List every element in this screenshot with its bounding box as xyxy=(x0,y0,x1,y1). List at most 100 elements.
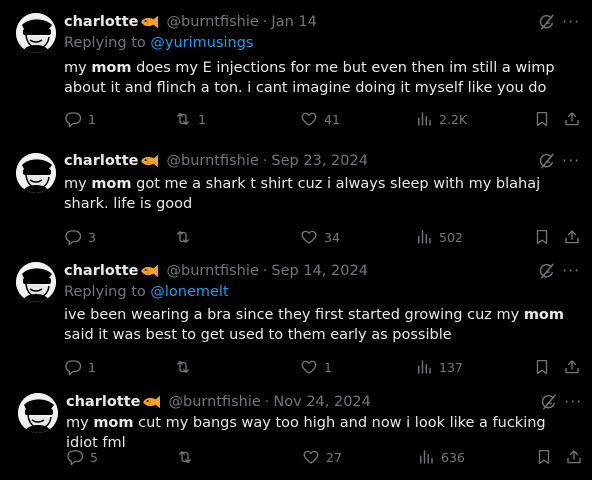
share-icon xyxy=(563,110,581,128)
grok-icon[interactable] xyxy=(540,393,558,411)
tweet-text-bold: mom xyxy=(91,176,132,192)
user-handle[interactable]: @burntfishie xyxy=(166,153,258,169)
replying-to: Replying to @yurimusings xyxy=(64,35,253,51)
share-button[interactable] xyxy=(565,447,589,467)
grok-icon[interactable] xyxy=(538,152,556,170)
reply-button[interactable]: 3 xyxy=(64,227,96,247)
tweet-text-part: ive been wearing a bra since they first … xyxy=(64,307,524,323)
views-count: 502 xyxy=(439,229,463,245)
more-icon[interactable]: ··· xyxy=(562,12,579,32)
avatar[interactable] xyxy=(18,393,58,433)
repost-icon xyxy=(174,228,192,246)
tweet-text: ive been wearing a bra since they first … xyxy=(64,305,576,345)
tweet-header: charlotte @burntfishie · Sep 23, 2024 xyxy=(64,151,368,171)
bookmark-button[interactable] xyxy=(533,227,557,247)
like-button[interactable]: 34 xyxy=(300,227,340,247)
bookmark-button[interactable] xyxy=(535,447,559,467)
repost-button[interactable] xyxy=(174,357,198,377)
views-button[interactable]: 137 xyxy=(415,357,463,377)
tweet[interactable]: charlotte @burntfishie · Sep 23, 2024 ··… xyxy=(0,151,592,251)
heart-icon xyxy=(302,448,320,466)
replying-to-label: Replying to xyxy=(64,35,146,51)
repost-button[interactable] xyxy=(174,227,198,247)
avatar[interactable] xyxy=(16,262,56,302)
avatar[interactable] xyxy=(16,153,56,193)
bookmark-icon xyxy=(533,358,551,376)
tweet-text-part: my xyxy=(66,415,94,431)
display-name[interactable]: charlotte xyxy=(64,14,138,30)
separator-dot: · xyxy=(262,263,268,279)
tweet-text: my mom does my E injections for me but e… xyxy=(64,58,576,98)
reply-button[interactable]: 5 xyxy=(66,447,98,467)
like-count: 1 xyxy=(324,359,332,375)
replying-to-user[interactable]: @yurimusings xyxy=(150,35,253,51)
repost-icon xyxy=(174,358,192,376)
tweet[interactable]: charlotte @burntfishie · Nov 24, 2024 ··… xyxy=(0,392,592,476)
views-button[interactable]: 502 xyxy=(415,227,463,247)
display-name[interactable]: charlotte xyxy=(66,394,140,410)
grok-icon[interactable] xyxy=(538,13,556,31)
like-button[interactable]: 41 xyxy=(300,109,340,129)
views-icon xyxy=(415,228,433,246)
tweet-text-part: cut my bangs way too high and now i look… xyxy=(66,415,546,451)
heart-icon xyxy=(300,228,318,246)
tweet[interactable]: charlotte @burntfishie · Sep 14, 2024 ··… xyxy=(0,261,592,377)
more-icon[interactable]: ··· xyxy=(564,392,581,412)
repost-button[interactable] xyxy=(176,447,200,467)
reply-count: 1 xyxy=(88,111,96,127)
views-button[interactable]: 636 xyxy=(417,447,465,467)
reply-button[interactable]: 1 xyxy=(64,357,96,377)
reply-button[interactable]: 1 xyxy=(64,109,96,129)
tweet-date[interactable]: Sep 23, 2024 xyxy=(271,153,368,169)
views-icon xyxy=(417,448,435,466)
share-button[interactable] xyxy=(563,227,587,247)
like-count: 34 xyxy=(324,229,340,245)
display-name[interactable]: charlotte xyxy=(64,153,138,169)
tweet-header: charlotte @burntfishie · Nov 24, 2024 xyxy=(66,392,371,412)
heart-icon xyxy=(300,358,318,376)
repost-button[interactable]: 1 xyxy=(174,109,206,129)
like-button[interactable]: 27 xyxy=(302,447,342,467)
display-name[interactable]: charlotte xyxy=(64,263,138,279)
bookmark-button[interactable] xyxy=(533,357,557,377)
fish-emoji-icon xyxy=(141,394,163,410)
bookmark-icon xyxy=(535,448,553,466)
reply-count: 3 xyxy=(88,229,96,245)
share-button[interactable] xyxy=(563,109,587,129)
fish-emoji-icon xyxy=(139,14,161,30)
repost-icon xyxy=(174,110,192,128)
replying-to: Replying to @lonemelt xyxy=(64,284,229,300)
tweet-text-part: my xyxy=(64,60,92,76)
more-icon[interactable]: ··· xyxy=(562,151,579,171)
fish-emoji-icon xyxy=(139,153,161,169)
grok-icon[interactable] xyxy=(538,262,556,280)
views-count: 137 xyxy=(439,359,463,375)
user-handle[interactable]: @burntfishie xyxy=(166,14,258,30)
tweet-text-part: said it was best to get used to them ear… xyxy=(64,327,452,343)
repost-icon xyxy=(176,448,194,466)
views-count: 636 xyxy=(441,449,465,465)
tweet[interactable]: charlotte @burntfishie · Jan 14 ··· Repl… xyxy=(0,12,592,134)
replying-to-user[interactable]: @lonemelt xyxy=(150,284,228,300)
reply-count: 5 xyxy=(90,449,98,465)
views-button[interactable]: 2.2K xyxy=(415,109,467,129)
more-icon[interactable]: ··· xyxy=(562,261,579,281)
user-handle[interactable]: @burntfishie xyxy=(166,263,258,279)
fish-emoji-icon xyxy=(139,263,161,279)
avatar[interactable] xyxy=(16,13,56,53)
share-button[interactable] xyxy=(563,357,587,377)
bookmark-button[interactable] xyxy=(533,109,557,129)
tweet-date[interactable]: Jan 14 xyxy=(271,14,316,30)
tweet-date[interactable]: Sep 14, 2024 xyxy=(271,263,368,279)
action-bar: 1 1 137 xyxy=(64,357,584,377)
action-bar: 3 34 502 xyxy=(64,227,584,247)
tweet-date[interactable]: Nov 24, 2024 xyxy=(273,394,370,410)
user-handle[interactable]: @burntfishie xyxy=(168,394,260,410)
bookmark-icon xyxy=(533,228,551,246)
repost-count: 1 xyxy=(198,111,206,127)
like-button[interactable]: 1 xyxy=(300,357,332,377)
reply-icon xyxy=(64,358,82,376)
like-count: 41 xyxy=(324,111,340,127)
reply-count: 1 xyxy=(88,359,96,375)
share-icon xyxy=(563,228,581,246)
